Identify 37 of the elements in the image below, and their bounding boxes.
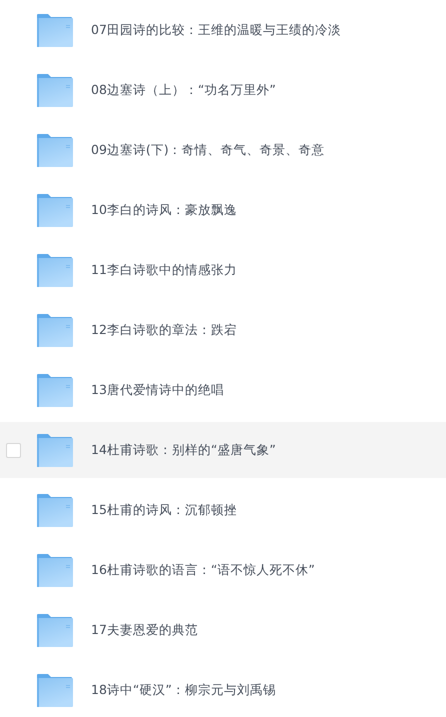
checkbox[interactable] [6,442,21,458]
folder-name: 08边塞诗（上）：“功名万里外” [91,82,276,98]
folder-name: 14杜甫诗歌：别样的“盛唐气象” [91,442,276,458]
folder-name: 13唐代爱情诗中的绝唱 [91,382,224,398]
folder-row[interactable]: 14杜甫诗歌：别样的“盛唐气象” [0,420,446,480]
folder-row[interactable]: 08边塞诗（上）：“功名万里外” [0,60,446,120]
folder-icon [37,134,73,166]
folder-row[interactable]: 18诗中“硬汉”：柳宗元与刘禹锡 [0,660,446,717]
folder-icon [37,494,73,526]
folder-name: 11李白诗歌中的情感张力 [91,262,237,278]
folder-icon [37,14,73,46]
folder-row[interactable]: 17夫妻恩爱的典范 [0,600,446,660]
folder-icon [37,554,73,586]
folder-row[interactable]: 13唐代爱情诗中的绝唱 [0,360,446,420]
folder-icon [37,614,73,646]
folder-name: 09边塞诗(下)：奇情、奇气、奇景、奇意 [91,142,325,158]
folder-icon [37,194,73,226]
folder-row[interactable]: 16杜甫诗歌的语言：“语不惊人死不休” [0,540,446,600]
folder-name: 10李白的诗风：豪放飘逸 [91,202,237,218]
folder-row[interactable]: 12李白诗歌的章法：跌宕 [0,300,446,360]
folder-row[interactable]: 15杜甫的诗风：沉郁顿挫 [0,480,446,540]
folder-icon [37,434,73,466]
folder-name: 07田园诗的比较：王维的温暖与王绩的冷淡 [91,22,341,38]
folder-icon [37,374,73,406]
folder-row[interactable]: 10李白的诗风：豪放飘逸 [0,180,446,240]
folder-name: 12李白诗歌的章法：跌宕 [91,322,237,338]
folder-name: 18诗中“硬汉”：柳宗元与刘禹锡 [91,682,276,698]
folder-icon [37,254,73,286]
folder-name: 17夫妻恩爱的典范 [91,622,198,638]
folder-row[interactable]: 09边塞诗(下)：奇情、奇气、奇景、奇意 [0,120,446,180]
folder-icon [37,314,73,346]
folder-row[interactable]: 11李白诗歌中的情感张力 [0,240,446,300]
folder-icon [37,74,73,106]
folder-name: 15杜甫的诗风：沉郁顿挫 [91,502,237,518]
folder-icon [37,674,73,706]
folder-name: 16杜甫诗歌的语言：“语不惊人死不休” [91,562,315,578]
folder-row[interactable]: 07田园诗的比较：王维的温暖与王绩的冷淡 [0,0,446,60]
